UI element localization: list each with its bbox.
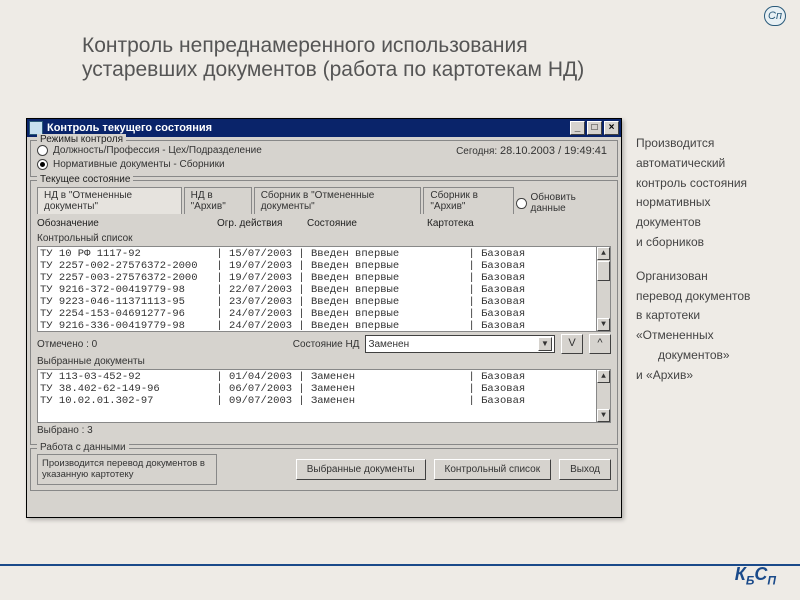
list-item[interactable]: ТУ 2257-002-27576372-2000 | 19/07/2003 |…: [40, 260, 608, 272]
marked-count: Отмечено : 0: [37, 339, 97, 350]
radio-documents[interactable]: [37, 159, 48, 170]
scrollbar[interactable]: ▲ ▼: [596, 370, 610, 422]
minimize-button[interactable]: _: [570, 121, 585, 135]
control-modes-group: Режимы контроля Должность/Профессия - Це…: [30, 140, 618, 177]
footer-logo: КБСП: [735, 564, 776, 588]
selected-docs-label: Выбранные документы: [37, 356, 611, 367]
state-nd-combo[interactable]: Заменен ▼: [365, 335, 555, 353]
tab-cancelled-nd[interactable]: НД в "Отмененные документы": [37, 187, 182, 214]
state-nd-value: Заменен: [368, 339, 409, 350]
page-title: Контроль непреднамеренного использования…: [82, 34, 642, 82]
column-headers: Обозначение Огр. действия Состояние Карт…: [31, 214, 617, 231]
today-value: 28.10.2003 / 19:49:41: [500, 145, 607, 157]
refresh-radio[interactable]: [516, 198, 526, 209]
list-item[interactable]: ТУ 2254-153-04691277-96 | 24/07/2003 | В…: [40, 308, 608, 320]
desc-line: документов»: [636, 346, 784, 366]
list-item[interactable]: ТУ 38.402-62-149-96 | 06/07/2003 | Замен…: [40, 383, 608, 395]
list-item[interactable]: ТУ 113-03-452-92 | 01/04/2003 | Заменен …: [40, 371, 608, 383]
scroll-thumb[interactable]: [597, 261, 610, 281]
current-state-group: Текущее состояние НД в "Отмененные докум…: [30, 180, 618, 445]
refresh-label: Обновить данные: [531, 192, 606, 214]
selected-documents-button[interactable]: Выбранные документы: [296, 459, 426, 480]
tab-bar: НД в "Отмененные документы" НД в "Архив"…: [37, 187, 611, 214]
selected-count: Выбрано : 3: [37, 425, 611, 436]
col-cardindex: Картотека: [427, 218, 611, 229]
today-label: Сегодня:: [456, 146, 497, 157]
desc-line: документов: [636, 213, 784, 233]
list-item[interactable]: ТУ 10 РФ 1117-92 | 15/07/2003 | Введен в…: [40, 248, 608, 260]
scrollbar[interactable]: ▲ ▼: [596, 247, 610, 331]
corner-logo-icon: Сп: [764, 6, 786, 26]
footer-s: С: [754, 564, 767, 584]
desc-line: Производится: [636, 134, 784, 154]
footer-k: К: [735, 564, 746, 584]
chevron-down-icon[interactable]: ▼: [538, 337, 552, 351]
close-button[interactable]: ×: [604, 121, 619, 135]
move-up-button[interactable]: ^: [589, 334, 611, 354]
desc-line: контроль состояния: [636, 174, 784, 194]
desc-line: в картотеки: [636, 306, 784, 326]
control-list-label: Контрольный список: [37, 233, 611, 244]
app-icon: [29, 121, 43, 135]
footer-divider: [0, 564, 800, 566]
desc-line: и сборников: [636, 233, 784, 253]
col-limit: Огр. действия: [217, 218, 307, 229]
description-paragraph: Производится автоматический контроль сос…: [636, 134, 784, 386]
control-list[interactable]: ТУ 10 РФ 1117-92 | 15/07/2003 | Введен в…: [37, 246, 611, 332]
desc-line: и «Архив»: [636, 366, 784, 386]
work-with-data-group: Работа с данными Производится перевод до…: [30, 448, 618, 491]
desc-line: нормативных: [636, 193, 784, 213]
move-down-button[interactable]: V: [561, 334, 583, 354]
desc-line: автоматический: [636, 154, 784, 174]
col-status: Состояние: [307, 218, 427, 229]
list-item[interactable]: ТУ 9223-046-11371113-95 | 23/07/2003 | В…: [40, 296, 608, 308]
radio-position-label: Должность/Профессия - Цех/Подразделение: [53, 145, 262, 156]
exit-button[interactable]: Выход: [559, 459, 611, 480]
scroll-up-button[interactable]: ▲: [597, 370, 610, 383]
hint-text: Производится перевод документов в указан…: [37, 454, 217, 485]
control-modes-label: Режимы контроля: [37, 134, 126, 145]
list-item[interactable]: ТУ 9216-372-00419779-98 | 22/07/2003 | В…: [40, 284, 608, 296]
list-item[interactable]: ТУ 2257-003-27576372-2000 | 19/07/2003 |…: [40, 272, 608, 284]
col-designation: Обозначение: [37, 218, 217, 229]
window-title: Контроль текущего состояния: [47, 122, 212, 134]
tab-archive-collection[interactable]: Сборник в "Архив": [423, 187, 514, 214]
maximize-button[interactable]: □: [587, 121, 602, 135]
state-nd-label: Состояние НД: [293, 339, 360, 350]
current-state-label: Текущее состояние: [37, 174, 133, 185]
desc-line: перевод документов: [636, 287, 784, 307]
work-with-data-label: Работа с данными: [37, 442, 129, 453]
today-block: Сегодня: 28.10.2003 / 19:49:41: [456, 145, 607, 157]
app-window: Контроль текущего состояния _ □ × Режимы…: [26, 118, 622, 518]
list-item[interactable]: ТУ 9216-336-00419779-98 | 24/07/2003 | В…: [40, 320, 608, 332]
scroll-up-button[interactable]: ▲: [597, 247, 610, 260]
desc-line: Организован: [636, 267, 784, 287]
tab-archive-nd[interactable]: НД в "Архив": [184, 187, 252, 214]
radio-position[interactable]: [37, 145, 48, 156]
list-item[interactable]: ТУ 10.02.01.302-97 | 09/07/2003 | Замене…: [40, 395, 608, 407]
tab-cancelled-collection[interactable]: Сборник в "Отмененные документы": [254, 187, 422, 214]
desc-line: «Отмененных: [636, 326, 784, 346]
selected-docs-list[interactable]: ТУ 113-03-452-92 | 01/04/2003 | Заменен …: [37, 369, 611, 423]
radio-documents-label: Нормативные документы - Сборники: [53, 159, 225, 170]
control-list-button[interactable]: Контрольный список: [434, 459, 552, 480]
scroll-down-button[interactable]: ▼: [597, 318, 610, 331]
scroll-down-button[interactable]: ▼: [597, 409, 610, 422]
footer-p: П: [767, 574, 776, 588]
